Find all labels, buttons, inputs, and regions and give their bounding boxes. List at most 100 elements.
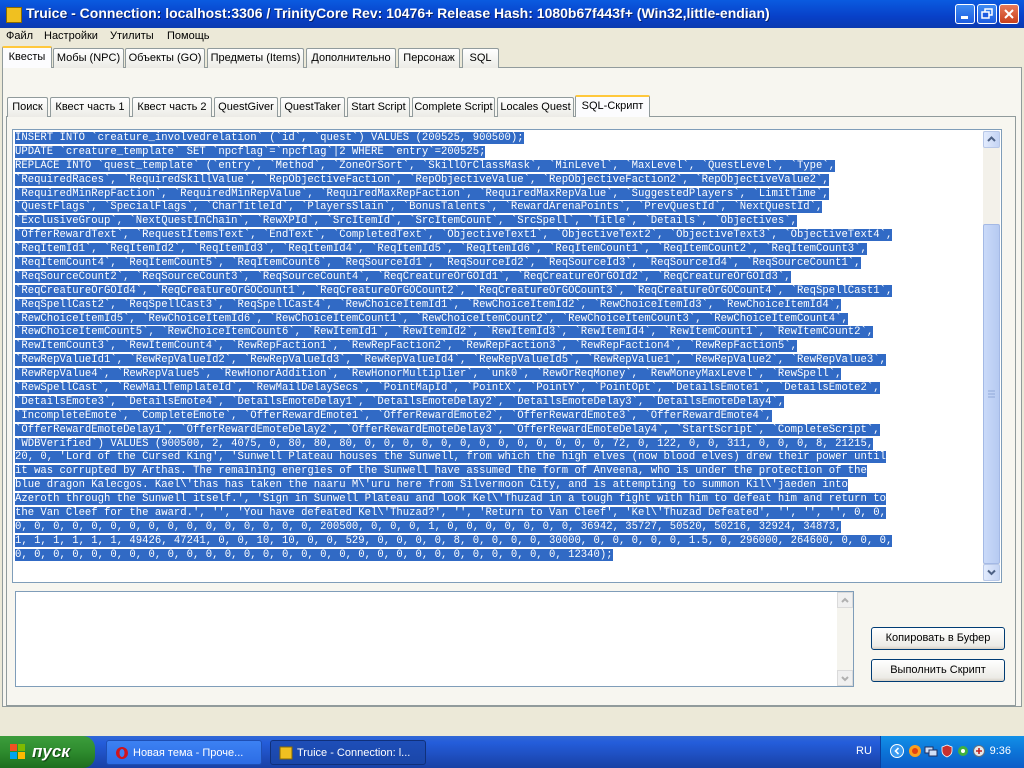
sql-line: it was corrupted by Arthas. The remainin…: [15, 465, 985, 479]
result-scroll-up-button[interactable]: [837, 592, 853, 608]
result-scroll-down-button[interactable]: [837, 670, 853, 686]
start-button[interactable]: пуск: [0, 736, 95, 768]
sql-line-text: `QuestFlags`, `SpecialFlags`, `CharTitle…: [15, 201, 823, 214]
security-shield-icon[interactable]: [940, 744, 954, 758]
sql-line: `RewRepValue4`, `RewRepValue5`, `RewHono…: [15, 368, 985, 382]
subtab-locales-quest[interactable]: Locales Quest: [497, 97, 574, 117]
opera-icon: [116, 747, 128, 759]
taskbar-item-forum[interactable]: Новая тема - Проче...: [106, 740, 262, 765]
network-icon[interactable]: [924, 744, 938, 758]
menu-utilities[interactable]: Утилиты: [109, 28, 155, 45]
sql-line-text: `OfferRewardText`, `RequestItemsText`, `…: [15, 229, 893, 242]
sql-line: 0, 0, 0, 0, 0, 0, 0, 0, 0, 0, 0, 0, 0, 0…: [15, 520, 985, 535]
sql-line: the Van Cleef for the award.', '', 'You …: [15, 507, 985, 521]
gear-icon[interactable]: [956, 744, 970, 758]
tab-objects[interactable]: Объекты (GO): [125, 48, 205, 68]
sql-line: `RequiredMinRepFaction`, `RequiredMinRep…: [15, 187, 985, 202]
app-icon: [6, 7, 22, 23]
sql-line-text: `RequiredMinRepFaction`, `RequiredMinRep…: [15, 187, 829, 200]
sql-line-text: UPDATE `creature_template` SET `npcflag`…: [15, 145, 486, 158]
tab-character[interactable]: Персонаж: [398, 48, 460, 68]
close-button[interactable]: [999, 4, 1019, 24]
sql-line: 1, 1, 1, 1, 1, 1, 49426, 47241, 0, 0, 10…: [15, 534, 985, 549]
tab-quests[interactable]: Квесты: [2, 46, 52, 68]
sql-line-text: REPLACE INTO `quest_template` (`entry`, …: [15, 159, 836, 172]
antivirus-icon[interactable]: [972, 744, 986, 758]
subtab-start-script[interactable]: Start Script: [347, 97, 410, 117]
sql-script-textarea[interactable]: INSERT INTO `creature_involvedrelation` …: [12, 129, 1002, 583]
tab-additional[interactable]: Дополнительно: [306, 48, 396, 68]
run-script-button[interactable]: Выполнить Скрипт: [871, 659, 1005, 682]
sql-line: INSERT INTO `creature_involvedrelation` …: [15, 132, 985, 146]
sql-line-text: `DetailsEmote3`, `DetailsEmote4`, `Detai…: [15, 395, 785, 408]
subtab-sql-script[interactable]: SQL-Скрипт: [575, 95, 650, 117]
sql-line: `ReqItemId1`, `ReqItemId2`, `ReqItemId3`…: [15, 243, 985, 257]
sql-line: `RewItemCount3`, `RewItemCount4`, `RewRe…: [15, 340, 985, 354]
sql-line-text: `RewRepValueId1`, `RewRepValueId2`, `Rew…: [15, 354, 886, 367]
main-tabs: Квесты Мобы (NPC) Объекты (GO) Предметы …: [0, 46, 1024, 68]
result-vertical-scrollbar[interactable]: [837, 592, 853, 686]
minimize-icon: [961, 16, 968, 19]
result-textarea[interactable]: [15, 591, 854, 687]
sql-line: `OfferRewardEmoteDelay1`, `OfferRewardEm…: [15, 423, 985, 438]
sql-line: `QuestFlags`, `SpecialFlags`, `CharTitle…: [15, 201, 985, 215]
system-tray: 9:36: [880, 736, 1024, 768]
sql-line-text: it was corrupted by Arthas. The remainin…: [15, 465, 867, 478]
sql-line-text: `IncompleteEmote`, `CompleteEmote`, `Off…: [15, 409, 772, 422]
menu-file[interactable]: Файл: [5, 28, 34, 45]
sql-line: 20, 0, 'Lord of the Cursed King', 'Sunwe…: [15, 451, 985, 465]
sql-line: `RewRepValueId1`, `RewRepValueId2`, `Rew…: [15, 354, 985, 368]
window-titlebar[interactable]: Truice - Connection: localhost:3306 / Tr…: [0, 0, 1024, 28]
sql-line: `WDBVerified`) VALUES (900500, 2, 4075, …: [15, 437, 985, 452]
sql-line-text: 20, 0, 'Lord of the Cursed King', 'Sunwe…: [15, 451, 886, 464]
sql-line: `IncompleteEmote`, `CompleteEmote`, `Off…: [15, 409, 985, 424]
opera-tray-icon[interactable]: [908, 744, 922, 758]
sql-line: blue dragon Kalecgos. Kael\'thas has tak…: [15, 479, 985, 493]
sql-line: `ReqItemCount4`, `ReqItemCount5`, `ReqIt…: [15, 257, 985, 271]
scroll-up-button[interactable]: [983, 131, 1000, 148]
sql-line: `OfferRewardText`, `RequestItemsText`, `…: [15, 229, 985, 243]
maximize-button[interactable]: [977, 4, 997, 24]
subtab-search[interactable]: Поиск: [7, 97, 48, 117]
sql-line-text: INSERT INTO `creature_involvedrelation` …: [15, 132, 524, 144]
sql-line: `RequiredRaces`, `RequiredSkillValue`, `…: [15, 173, 985, 188]
sql-line-text: `ReqSpellCast2`, `ReqSpellCast3`, `ReqSp…: [15, 298, 842, 311]
subtab-questgiver[interactable]: QuestGiver: [214, 97, 278, 117]
minimize-button[interactable]: [955, 4, 975, 24]
sql-line: `RewSpellCast`, `RewMailTemplateId`, `Re…: [15, 382, 985, 396]
tab-npc[interactable]: Мобы (NPC): [53, 48, 124, 68]
subtab-quest-part2[interactable]: Квест часть 2: [132, 97, 212, 117]
subtab-questtaker[interactable]: QuestTaker: [280, 97, 345, 117]
subtab-complete-script[interactable]: Complete Script: [412, 97, 495, 117]
sql-line-text: `RewChoiceItemCount5`, `RewChoiceItemCou…: [15, 326, 874, 339]
tab-sql[interactable]: SQL: [462, 48, 499, 68]
taskbar-item-truice[interactable]: Truice - Connection: l...: [270, 740, 426, 765]
system-clock[interactable]: 9:36: [990, 745, 1011, 757]
sql-line-text: `RewChoiceItemId5`, `RewChoiceItemId6`, …: [15, 312, 848, 325]
sql-line-text: the Van Cleef for the award.', '', 'You …: [15, 507, 886, 520]
sql-line-text: 0, 0, 0, 0, 0, 0, 0, 0, 0, 0, 0, 0, 0, 0…: [15, 520, 842, 533]
sql-line: `ReqSourceCount2`, `ReqSourceCount3`, `R…: [15, 270, 985, 285]
scroll-thumb[interactable]: [983, 224, 1000, 564]
menu-help[interactable]: Помощь: [166, 28, 211, 45]
sql-vertical-scrollbar[interactable]: [983, 131, 1000, 581]
sql-script-content: INSERT INTO `creature_involvedrelation` …: [15, 132, 985, 580]
copy-to-clipboard-button[interactable]: Копировать в Буфер: [871, 627, 1005, 650]
chevron-down-icon: [841, 676, 849, 682]
scroll-down-button[interactable]: [983, 564, 1000, 581]
taskbar: пуск Новая тема - Проче... Truice - Conn…: [0, 736, 1024, 768]
sql-line-text: `RequiredRaces`, `RequiredSkillValue`, `…: [15, 173, 829, 186]
menu-bar: Файл Настройки Утилиты Помощь: [0, 28, 1024, 45]
sql-line-text: `ReqCreatureOrGOId4`, `ReqCreatureOrGOCo…: [15, 284, 893, 297]
sql-line: `RewChoiceItemCount5`, `RewChoiceItemCou…: [15, 326, 985, 340]
menu-settings[interactable]: Настройки: [43, 28, 99, 45]
sql-line-text: `RewItemCount3`, `RewItemCount4`, `RewRe…: [15, 340, 797, 353]
sql-line: UPDATE `creature_template` SET `npcflag`…: [15, 145, 985, 160]
app-icon: [279, 746, 293, 760]
start-label: пуск: [32, 742, 70, 761]
subtab-quest-part1[interactable]: Квест часть 1: [50, 97, 130, 117]
language-indicator[interactable]: RU: [856, 745, 872, 757]
tray-chevron-icon[interactable]: [890, 744, 904, 758]
tab-items[interactable]: Предметы (Items): [207, 48, 304, 68]
sql-line-text: 1, 1, 1, 1, 1, 1, 49426, 47241, 0, 0, 10…: [15, 534, 893, 547]
